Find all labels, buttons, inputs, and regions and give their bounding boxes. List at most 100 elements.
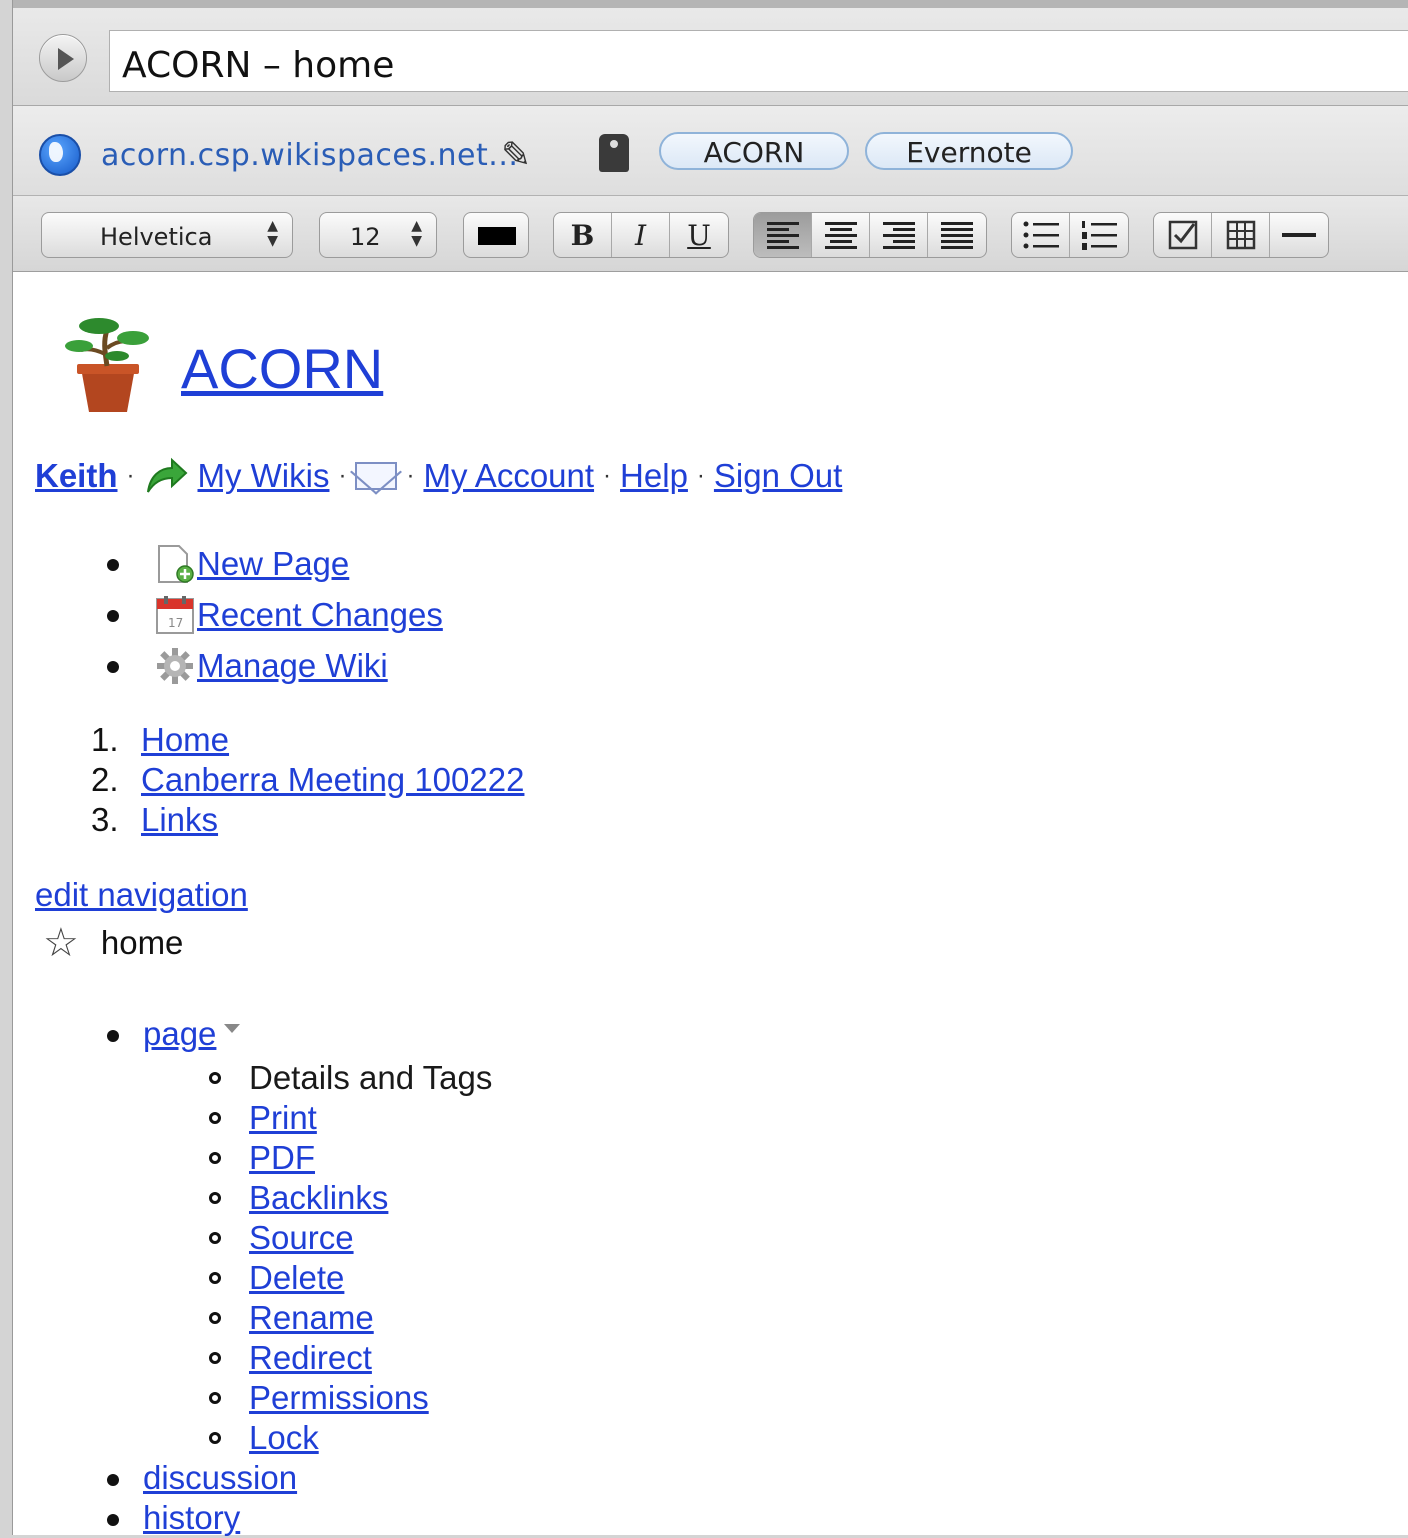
play-button[interactable]	[39, 34, 87, 82]
history-link[interactable]: history	[143, 1499, 240, 1537]
manage-wiki-link[interactable]: Manage Wiki	[197, 647, 388, 685]
bullet	[209, 1272, 221, 1284]
edit-navigation-link[interactable]: edit navigation	[35, 876, 248, 914]
list-number: 1.	[91, 721, 119, 758]
font-select[interactable]: Helvetica ▲ ▼	[41, 212, 293, 258]
pencil-icon[interactable]: ✎	[501, 134, 531, 176]
redirect-link[interactable]: Redirect	[249, 1339, 372, 1377]
delete-link[interactable]: Delete	[249, 1259, 344, 1297]
tag-evernote[interactable]: Evernote	[865, 132, 1073, 170]
backlinks-link[interactable]: Backlinks	[249, 1179, 388, 1217]
bullet	[107, 1474, 119, 1486]
tag-acorn[interactable]: ACORN	[659, 132, 849, 170]
bullet	[209, 1312, 221, 1324]
underline-button[interactable]: U	[670, 213, 728, 257]
mail-icon[interactable]	[355, 462, 398, 490]
user-link[interactable]: Keith	[35, 457, 118, 495]
list-item: Manage Wiki	[107, 640, 443, 691]
url-link[interactable]: acorn.csp.wikispaces.net...	[101, 138, 518, 173]
discussion-link[interactable]: discussion	[143, 1459, 297, 1497]
size-select[interactable]: 12 ▲ ▼	[319, 212, 437, 258]
nav-link-canberra-meeting[interactable]: Canberra Meeting 100222	[141, 761, 524, 799]
permissions-link[interactable]: Permissions	[249, 1379, 429, 1417]
navigation-list: 1. Home 2. Canberra Meeting 100222 3. Li…	[91, 720, 524, 840]
align-center-icon	[824, 221, 857, 249]
tag-icon[interactable]	[599, 134, 629, 172]
bullet	[209, 1112, 221, 1124]
plant-logo-icon	[65, 318, 149, 412]
list-item: Permissions	[209, 1378, 492, 1418]
details-and-tags-item[interactable]: Details and Tags	[249, 1059, 492, 1097]
bullet-list-button[interactable]	[1012, 213, 1070, 257]
select-arrows-icon: ▲ ▼	[267, 218, 278, 249]
my-wikis-link[interactable]: My Wikis	[198, 457, 330, 495]
align-left-button[interactable]	[754, 213, 812, 257]
page-menu: page	[107, 1014, 241, 1054]
bullet	[209, 1232, 221, 1244]
table-icon	[1226, 220, 1255, 250]
list-number: 3.	[91, 801, 119, 838]
sign-out-link[interactable]: Sign Out	[714, 457, 842, 495]
my-account-link[interactable]: My Account	[423, 457, 594, 495]
bold-button[interactable]: B	[554, 213, 612, 257]
align-left-icon	[766, 221, 799, 249]
bullet	[209, 1072, 221, 1084]
gear-icon	[157, 647, 193, 684]
checkbox-button[interactable]	[1154, 213, 1212, 257]
recent-changes-link[interactable]: Recent Changes	[197, 596, 443, 634]
nav-link-links[interactable]: Links	[141, 801, 218, 839]
list-item: Delete	[209, 1258, 492, 1298]
page-menu-link[interactable]: page	[143, 1015, 241, 1053]
select-arrows-icon: ▲ ▼	[411, 218, 422, 249]
list-item: 2. Canberra Meeting 100222	[91, 760, 524, 800]
print-link[interactable]: Print	[249, 1099, 317, 1137]
list-item: Lock	[209, 1418, 492, 1458]
url-bar: acorn.csp.wikispaces.net... ✎ ACORN Ever…	[13, 106, 1408, 196]
bullet	[107, 661, 119, 673]
page-name: home	[100, 924, 184, 961]
list-item: New Page	[107, 538, 443, 589]
lock-link[interactable]: Lock	[249, 1419, 319, 1457]
new-page-icon	[158, 544, 194, 583]
source-link[interactable]: Source	[249, 1219, 354, 1257]
title-field[interactable]: ACORN – home	[109, 30, 1408, 92]
help-link[interactable]: Help	[620, 457, 688, 495]
separator: ·	[338, 462, 347, 489]
list-item: page	[107, 1014, 241, 1054]
list-item: Print	[209, 1098, 492, 1138]
horizontal-rule-button[interactable]	[1270, 213, 1328, 257]
align-right-button[interactable]	[870, 213, 928, 257]
list-item: Source	[209, 1218, 492, 1258]
text-color-button[interactable]	[463, 212, 529, 258]
nav-link-home[interactable]: Home	[141, 721, 229, 759]
format-toolbar: Helvetica ▲ ▼ 12 ▲ ▼ B I U	[13, 196, 1408, 272]
calendar-icon: 17	[156, 595, 194, 634]
user-bar: Keith · My Wikis · · My Account · Help ·…	[35, 456, 842, 496]
numbered-list-button[interactable]	[1070, 213, 1128, 257]
svg-text:17: 17	[168, 616, 183, 630]
rename-link[interactable]: Rename	[249, 1299, 374, 1337]
align-center-button[interactable]	[812, 213, 870, 257]
list-item: Details and Tags	[209, 1058, 492, 1098]
site-title[interactable]: ACORN	[181, 336, 383, 401]
bullet	[209, 1432, 221, 1444]
star-icon[interactable]: ☆	[43, 920, 79, 966]
list-item: 3. Links	[91, 800, 524, 840]
separator: ·	[696, 462, 705, 489]
new-page-link[interactable]: New Page	[197, 545, 349, 583]
pdf-link[interactable]: PDF	[249, 1139, 315, 1177]
justify-button[interactable]	[928, 213, 986, 257]
list-item: Rename	[209, 1298, 492, 1338]
italic-button[interactable]: I	[612, 213, 670, 257]
separator: ·	[126, 462, 135, 489]
bullet-list-icon	[1023, 221, 1059, 249]
list-item: Redirect	[209, 1338, 492, 1378]
bullet	[107, 1030, 119, 1042]
globe-icon	[39, 134, 81, 176]
list-buttons	[1011, 212, 1129, 258]
separator: ·	[603, 462, 612, 489]
table-button[interactable]	[1212, 213, 1270, 257]
title-bar: ACORN – home	[13, 0, 1408, 106]
insert-buttons	[1153, 212, 1329, 258]
bullet	[107, 559, 119, 571]
